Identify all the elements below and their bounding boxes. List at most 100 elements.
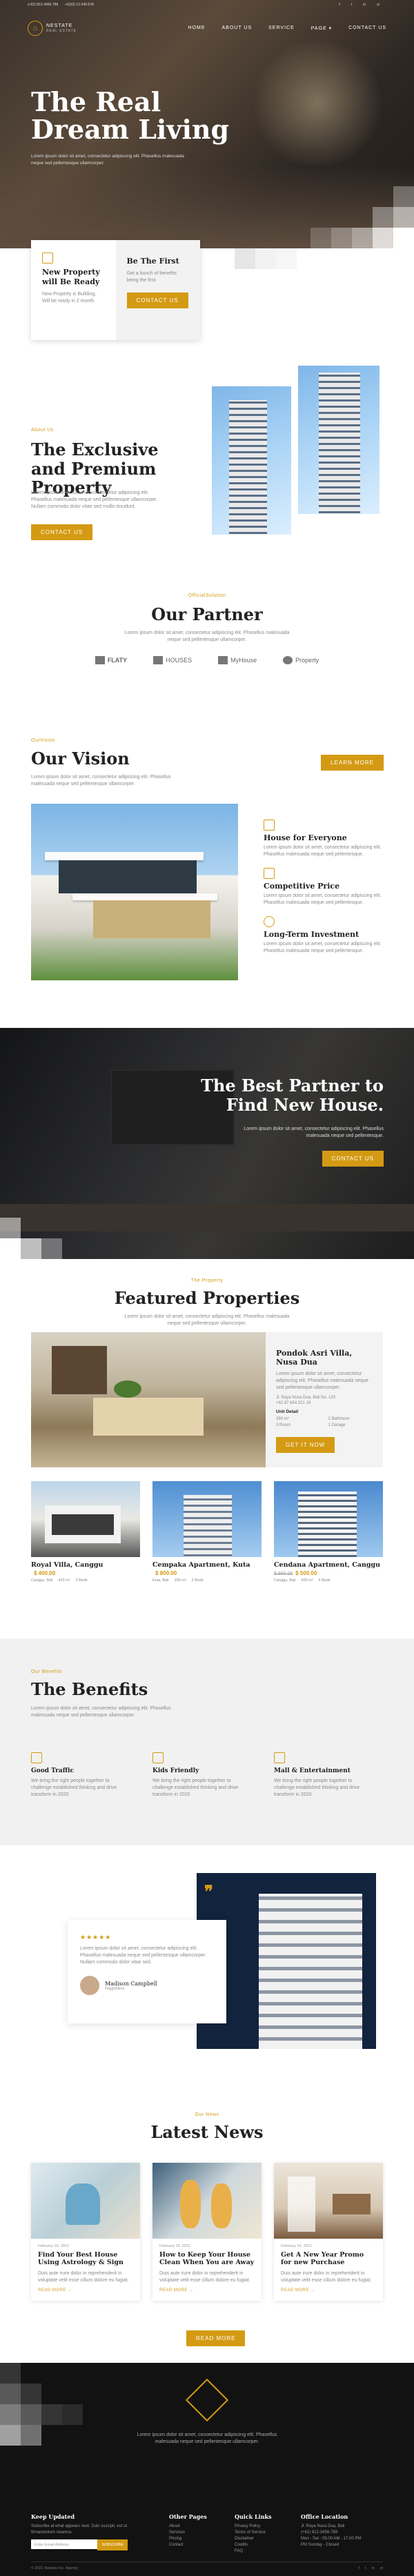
newsletter-text: Subscribe at what appears next. Duis sus… [31, 2524, 128, 2535]
vision-kicker: OurVision [31, 738, 56, 743]
brand-logo[interactable]: ⌂ NESTATE REAL ESTATE [28, 21, 77, 36]
benefits-text: Lorem ipsum dolor sit amet, consectetur … [31, 1706, 171, 1718]
benefit-3-text: We bring the right people together to ch… [274, 1779, 360, 1798]
news-3-read-more[interactable]: READ MORE → [281, 2288, 376, 2292]
partner-section: OfficialSolution Our Partner Lorem ipsum… [0, 593, 414, 738]
about-kicker: About Us [31, 428, 54, 433]
vision-feature-3: Long-Term Investment Lorem ipsum dolor s… [264, 916, 388, 955]
kids-icon [152, 1752, 164, 1763]
featured-main-image [31, 1332, 266, 1467]
partner-text: Lorem ipsum dolor sit amet, consectetur … [124, 630, 290, 642]
email-input[interactable]: Enter Email Address [31, 2539, 98, 2549]
vision-title: Our Vision [31, 749, 130, 769]
nav-home[interactable]: HOME [188, 26, 205, 31]
about-section: About Us The Exclusive and Premium Prope… [0, 366, 414, 593]
property-1-image [31, 1481, 140, 1557]
benefit-2-text: We bring the right people together to ch… [152, 1779, 239, 1798]
spec-bathroom: 2 Bathroom [328, 1417, 350, 1422]
news-read-more-button[interactable]: READ MORE [186, 2330, 246, 2346]
news-3-title: Get A New Year Promo for new Purchase [281, 2251, 364, 2267]
vision-section: OurVision Our Vision Lorem ipsum dolor s… [0, 738, 414, 1028]
footer-link-credits[interactable]: Credits [235, 2542, 272, 2548]
best-partner-section: The Best Partner to Find New House. Lore… [0, 1028, 414, 1259]
hero-title: The Real Dream Living [31, 88, 229, 143]
footer-link-about[interactable]: About [169, 2524, 207, 2530]
benefit-mall: Mall & Entertainment We bring the right … [274, 1752, 371, 1799]
footer-link-services[interactable]: Services [169, 2530, 207, 2536]
subscribe-button[interactable]: SUBSCRIBE [97, 2539, 128, 2551]
footer-link-contact[interactable]: Contact [169, 2542, 207, 2548]
footer-link-disclaimer[interactable]: Disclaimer [235, 2536, 272, 2542]
traffic-icon [31, 1752, 42, 1763]
news-2-read-more[interactable]: READ MORE → [159, 2288, 255, 2292]
vision-text: Lorem ipsum dolor sit amet, consectetur … [31, 775, 171, 787]
news-1-title: Find Your Best House Using Astrology & S… [38, 2251, 124, 2267]
benefit-kids-friendly: Kids Friendly We bring the right people … [152, 1752, 249, 1799]
property-2-image [152, 1481, 262, 1557]
vision-feature-2-text: Lorem ipsum dolor sit amet, consectetur … [264, 893, 382, 906]
main-nav: ⌂ NESTATE REAL ESTATE HOME ABOUT US SERV… [28, 21, 386, 36]
footer-quick-links: Quick Links Privacy Policy Terms of Serv… [235, 2513, 272, 2555]
featured-section: The Property Featured Properties Lorem i… [0, 1259, 414, 1638]
unit-detail-label: Unit Detail [276, 1409, 299, 1415]
property-card-1[interactable]: Royal Villa, Canggu $ 400.00 Canggu, Bal… [31, 1481, 140, 1583]
nav-page[interactable]: PAGE ▾ [311, 26, 332, 31]
footer-bottom: © 2021 Nestate Inc. Agency f t in yt [31, 2562, 383, 2570]
news-card-3[interactable]: February 16, 2021 Get A New Year Promo f… [274, 2163, 383, 2301]
news-1-read-more[interactable]: READ MORE → [38, 2288, 133, 2292]
property-3-price: $ 900.00 $ 500.00 [274, 1570, 317, 1576]
hero-title-line2: Dream Living [31, 113, 230, 145]
topbar-social: f t in yt [339, 3, 386, 7]
office-phone: (+62) 812-3456-789 [301, 2530, 338, 2535]
about-text: Lorem ipsum dolor sit amet, consectetur … [31, 491, 157, 510]
nav-contact[interactable]: CONTACT US [348, 26, 386, 31]
linkedin-icon[interactable]: in [371, 2566, 374, 2570]
news-1-date: February 16, 2021 [38, 2244, 69, 2248]
card2-title: Be The First [126, 257, 179, 266]
partner-logos: FLATY HOUSES MyHouse Property [0, 655, 414, 664]
property-card-2[interactable]: Cempaka Apartment, Kuta $ 800.00 Kuta, B… [152, 1481, 262, 1583]
best-text: Lorem ipsum dolor sit amet, consectetur … [244, 1127, 384, 1139]
nav-service[interactable]: SERVICE [268, 26, 295, 31]
nav-about[interactable]: ABOUT US [221, 26, 252, 31]
card-contact-button[interactable]: CONTACT US [126, 293, 188, 309]
partner-title: Our Partner [151, 604, 263, 624]
news-card-1[interactable]: February 16, 2021 Find Your Best House U… [31, 2163, 140, 2301]
youtube-icon[interactable]: yt [377, 3, 379, 7]
twitter-icon[interactable]: t [365, 2566, 366, 2570]
building-icon [42, 252, 53, 264]
footer-link-privacy[interactable]: Privacy Policy [235, 2524, 272, 2530]
vision-feature-2: Competitive Price Lorem ipsum dolor sit … [264, 868, 388, 906]
youtube-icon[interactable]: yt [380, 2566, 383, 2570]
news-card-2[interactable]: February 16, 2021 How to Keep Your House… [152, 2163, 262, 2301]
property-card-3[interactable]: Cendana Apartment, Canggu $ 900.00 $ 500.… [274, 1481, 383, 1583]
about-contact-button[interactable]: CONTACT US [31, 524, 93, 540]
footer-link-pricing[interactable]: Pricing [169, 2536, 207, 2542]
vision-learn-more-button[interactable]: LEARN MORE [321, 755, 384, 771]
linkedin-icon[interactable]: in [363, 3, 366, 7]
logo-mark-icon: ⌂ [28, 21, 43, 36]
testimonial-card: ★★★★★ Lorem ipsum dolor sit amet, consec… [68, 1920, 226, 2023]
about-title: The Exclusive and Premium Property [31, 439, 159, 498]
copyright: © 2021 Nestate Inc. Agency [31, 2566, 79, 2570]
footer-logo-icon [185, 2378, 229, 2422]
footer-tagline: Lorem ipsum dolor sit amet, consectetur … [137, 2433, 277, 2445]
footer-link-terms[interactable]: Terms of Service [235, 2530, 272, 2536]
news-title: Latest News [150, 2122, 264, 2142]
best-contact-button[interactable]: CONTACT US [322, 1151, 384, 1167]
benefit-3-title: Mall & Entertainment [274, 1767, 351, 1774]
twitter-icon[interactable]: t [351, 3, 352, 7]
facebook-icon[interactable]: f [358, 2566, 359, 2570]
featured-main-card[interactable]: Pondok Asri Villa, Nusa Dua Lorem ipsum … [31, 1332, 383, 1467]
spec-area: 280 m² [276, 1417, 289, 1422]
vision-feature-3-title: Long-Term Investment [264, 930, 359, 939]
office-hours: Mon - Sat : 09.00 AM - 17.00 PM [301, 2537, 362, 2541]
featured-main-address: Jl. Raya Nusa Dua, Bali No. 120 [276, 1396, 336, 1400]
get-it-now-button[interactable]: GET IT NOW [276, 1437, 335, 1454]
featured-main-info: Pondok Asri Villa, Nusa Dua Lorem ipsum … [276, 1349, 376, 1454]
info-card-new-property: New Property will Be Ready New Property … [31, 240, 116, 340]
cart-icon [274, 1752, 285, 1763]
benefit-1-text: We bring the right people together to ch… [31, 1779, 117, 1798]
footer-link-faq[interactable]: FAQ [235, 2548, 272, 2555]
benefit-good-traffic: Good Traffic We bring the right people t… [31, 1752, 128, 1799]
